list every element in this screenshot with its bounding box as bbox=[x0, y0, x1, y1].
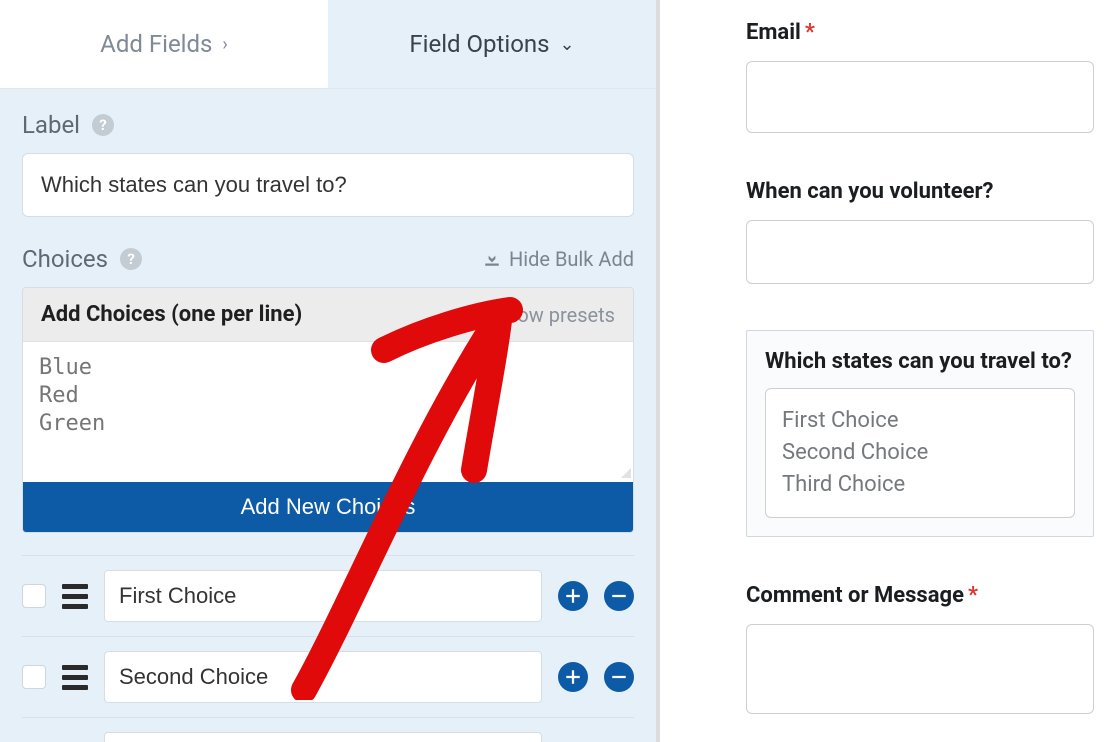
comment-field[interactable] bbox=[746, 624, 1094, 714]
choice-list bbox=[22, 555, 634, 742]
label-text: Comment or Message bbox=[746, 583, 964, 608]
choice-checkbox[interactable] bbox=[22, 665, 46, 689]
required-icon: * bbox=[968, 583, 978, 608]
field-label-email: Email* bbox=[746, 20, 1094, 45]
remove-choice-button[interactable] bbox=[604, 581, 634, 611]
choice-row bbox=[22, 637, 634, 718]
choices-section-heading: Choices ? bbox=[22, 245, 142, 273]
bulk-choices-textarea[interactable] bbox=[23, 342, 633, 478]
form-preview: Email* When can you volunteer? Which sta… bbox=[660, 0, 1116, 742]
drag-handle-icon[interactable] bbox=[62, 584, 88, 609]
remove-choice-button[interactable] bbox=[604, 662, 634, 692]
sidebar-tabs: Add Fields › Field Options ⌄ bbox=[0, 0, 656, 89]
add-choice-button[interactable] bbox=[558, 662, 588, 692]
choice-preview: First Choice bbox=[782, 405, 1058, 437]
choice-text-input[interactable] bbox=[104, 651, 542, 703]
label-text: Email bbox=[746, 20, 801, 45]
download-icon bbox=[483, 250, 501, 268]
label-section-heading: Label ? bbox=[22, 111, 634, 139]
add-choice-button[interactable] bbox=[558, 581, 588, 611]
choices-title: Choices bbox=[22, 245, 108, 273]
choice-text-input[interactable] bbox=[104, 570, 542, 622]
label-input[interactable] bbox=[22, 153, 634, 217]
choice-preview: Second Choice bbox=[782, 437, 1058, 469]
choice-text-input[interactable] bbox=[104, 732, 542, 742]
tab-field-options[interactable]: Field Options ⌄ bbox=[328, 0, 656, 88]
hide-bulk-add-link[interactable]: Hide Bulk Add bbox=[483, 247, 634, 271]
hide-bulk-label: Hide Bulk Add bbox=[509, 247, 634, 271]
choice-preview: Third Choice bbox=[782, 469, 1058, 501]
chevron-right-icon: › bbox=[222, 34, 227, 55]
show-presets-link[interactable]: Show presets bbox=[494, 303, 615, 327]
chevron-down-icon: ⌄ bbox=[560, 34, 575, 55]
add-new-choices-button[interactable]: Add New Choices bbox=[23, 482, 633, 532]
field-label-states: Which states can you travel to? bbox=[765, 349, 1075, 374]
tab-label: Field Options bbox=[409, 30, 549, 58]
tab-label: Add Fields bbox=[100, 30, 212, 58]
choice-checkbox[interactable] bbox=[22, 584, 46, 608]
required-icon: * bbox=[805, 20, 815, 45]
label-title: Label bbox=[22, 111, 80, 139]
drag-handle-icon[interactable] bbox=[62, 665, 88, 690]
tab-add-fields[interactable]: Add Fields › bbox=[0, 0, 328, 88]
help-icon[interactable]: ? bbox=[120, 248, 142, 270]
bulk-add-panel: Add Choices (one per line) Show presets … bbox=[22, 287, 634, 533]
multiselect-preview[interactable]: First Choice Second Choice Third Choice bbox=[765, 388, 1075, 518]
volunteer-field[interactable] bbox=[746, 220, 1094, 284]
email-field[interactable] bbox=[746, 61, 1094, 133]
field-label-volunteer: When can you volunteer? bbox=[746, 179, 1094, 204]
help-icon[interactable]: ? bbox=[92, 114, 114, 136]
choice-row bbox=[22, 555, 634, 637]
field-label-comment: Comment or Message* bbox=[746, 583, 1094, 608]
selected-field-panel[interactable]: Which states can you travel to? First Ch… bbox=[746, 330, 1094, 537]
choice-row bbox=[22, 718, 634, 742]
resize-handle-icon[interactable] bbox=[621, 468, 631, 478]
bulk-title: Add Choices (one per line) bbox=[41, 302, 302, 327]
